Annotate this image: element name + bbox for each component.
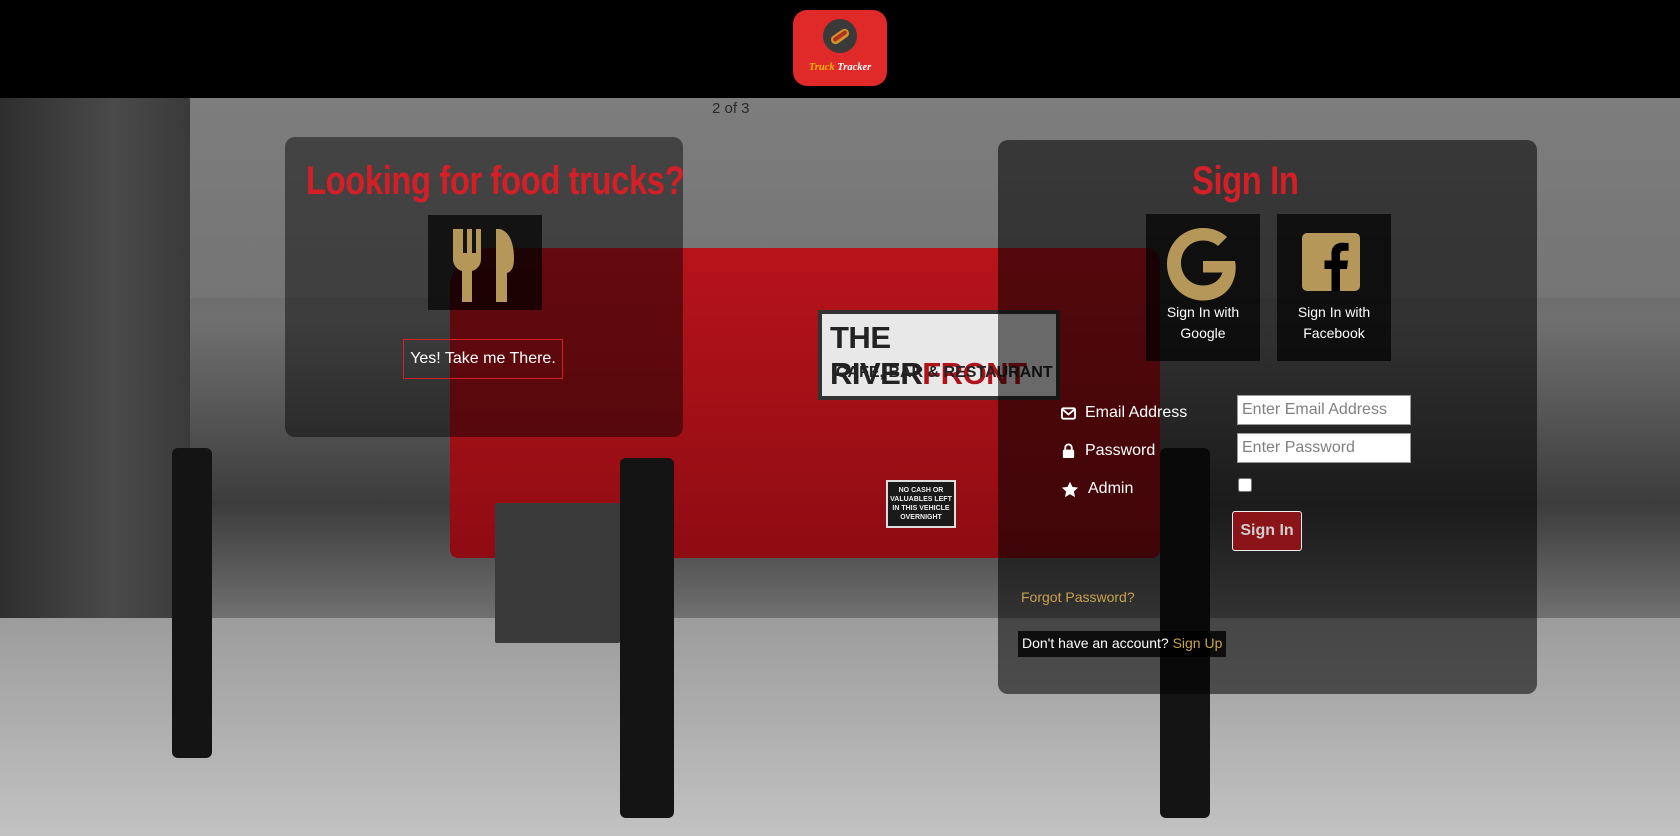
email-label-row: Email Address <box>1061 404 1187 422</box>
facebook-sign-in-button[interactable]: Sign In with Facebook <box>1277 214 1391 361</box>
sign-in-heading: Sign In <box>1192 159 1299 203</box>
utensils-icon <box>453 229 514 302</box>
google-label-line2: Google <box>1180 325 1226 341</box>
password-label: Password <box>1085 442 1156 459</box>
logo-wordmark: Truck Tracker <box>793 62 887 73</box>
star-icon <box>1061 481 1079 497</box>
password-label-row: Password <box>1061 442 1155 460</box>
truck-tracker-logo[interactable]: Truck Tracker <box>793 10 887 86</box>
password-field[interactable] <box>1237 433 1411 463</box>
facebook-sign-in-label: Sign In with Facebook <box>1279 302 1389 344</box>
take-me-there-button[interactable]: Yes! Take me There. <box>403 339 563 379</box>
email-label: Email Address <box>1085 404 1188 421</box>
bollard <box>172 448 212 758</box>
google-sign-in-label: Sign In with Google <box>1148 302 1258 344</box>
lock-icon <box>1062 443 1075 459</box>
envelope-icon <box>1061 406 1076 420</box>
admin-label-row: Admin <box>1061 480 1133 498</box>
logo-word-truck: Truck <box>808 62 835 73</box>
admin-checkbox[interactable] <box>1238 478 1252 492</box>
utensils-tile[interactable] <box>428 215 542 310</box>
planter <box>495 503 620 643</box>
hotdog-icon <box>823 19 857 53</box>
truck-notice: NO CASH OR VALUABLES LEFT IN THIS VEHICL… <box>886 480 956 528</box>
logo-word-tracker: Tracker <box>837 62 872 73</box>
find-trucks-heading: Looking for food trucks? <box>306 159 685 203</box>
google-label-line1: Sign In with <box>1166 304 1240 320</box>
bollard <box>620 458 674 818</box>
admin-label: Admin <box>1088 480 1134 497</box>
facebook-label-line2: Facebook <box>1303 325 1365 341</box>
google-icon <box>1167 228 1236 301</box>
email-field[interactable] <box>1237 395 1411 425</box>
sign-up-link[interactable]: Sign Up <box>1173 635 1223 651</box>
signup-prompt-text: Don't have an account? <box>1022 635 1169 651</box>
google-sign-in-button[interactable]: Sign In with Google <box>1146 214 1260 361</box>
signup-prompt: Don't have an account? Sign Up <box>1018 631 1227 657</box>
carousel-counter: 2 of 3 <box>712 100 750 117</box>
facebook-icon <box>1302 233 1360 291</box>
facebook-label-line1: Sign In with <box>1297 304 1371 320</box>
forgot-password-link[interactable]: Forgot Password? <box>1021 589 1135 605</box>
top-bar: Truck Tracker <box>0 0 1680 98</box>
sign-in-button[interactable]: Sign In <box>1232 511 1302 551</box>
